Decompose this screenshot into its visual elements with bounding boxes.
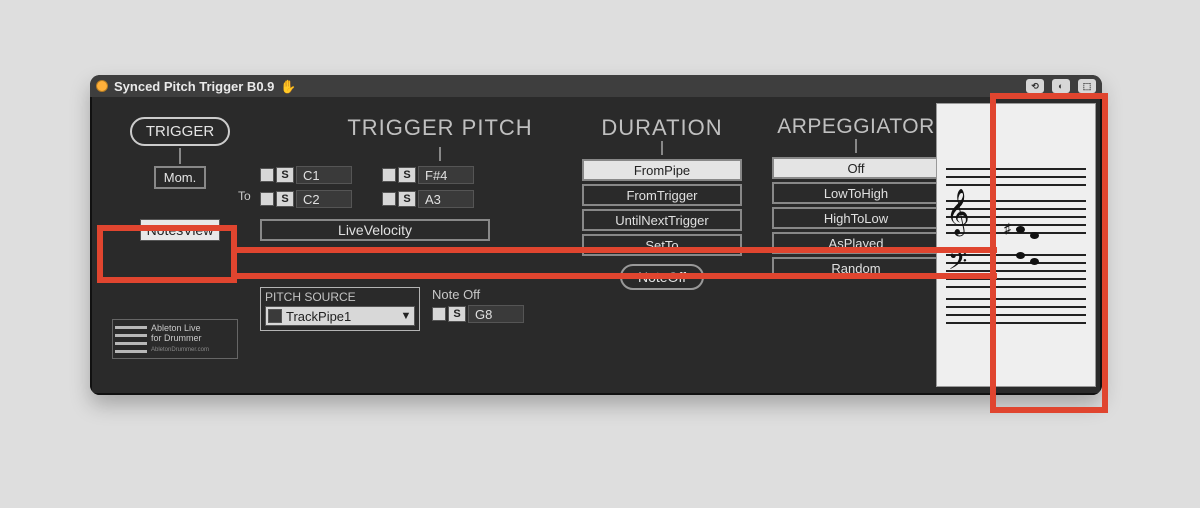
pitch-enable-checkbox[interactable] [382,192,396,206]
duration-option-untilnexttrigger[interactable]: UntilNextTrigger [582,209,742,231]
connector-line [439,147,441,161]
duration-header: DURATION [582,115,742,141]
solo-button[interactable]: S [276,167,294,183]
pitch-note-field[interactable]: C1 [296,166,352,184]
duration-option-fromtrigger[interactable]: FromTrigger [582,184,742,206]
bass-clef-icon: 𝄢 [948,250,967,280]
arp-option-asplayed[interactable]: AsPlayed [772,232,940,254]
extra-staff-lines [946,292,1086,328]
note-icon [1030,258,1039,265]
duration-options: FromPipe FromTrigger UntilNextTrigger Se… [582,159,742,256]
noteoff-section: Note Off S G8 [432,287,524,324]
arp-option-off[interactable]: Off [772,157,940,179]
treble-staff: 𝄞 ♯ [946,200,1086,236]
device-window: Synced Pitch Trigger B0.9 ✋ ⟲ ◐ ⬚ TRIGGE… [90,75,1102,395]
arpeggiator-options: Off LowToHigh HighToLow AsPlayed Random [772,157,940,279]
pitch-enable-checkbox[interactable] [382,168,396,182]
pitch-note-field[interactable]: F#4 [418,166,474,184]
duration-option-setto[interactable]: SetTo [582,234,742,256]
arpeggiator-column: ARPEGGIATOR Off LowToHigh HighToLow AsPl… [772,115,940,279]
notesview-button[interactable]: NotesView [140,219,221,241]
logo-stripes-icon [113,320,149,358]
noteoff-button[interactable]: NoteOff [620,264,704,290]
pitch-note-field[interactable]: A3 [418,190,474,208]
solo-button[interactable]: S [276,191,294,207]
arp-option-random[interactable]: Random [772,257,940,279]
pitch-source-label: PITCH SOURCE [265,290,415,304]
pitch-source-value: TrackPipe1 [282,309,398,324]
pitch-row: S C2 [260,189,352,209]
duration-column: DURATION FromPipe FromTrigger UntilNextT… [582,115,742,290]
trigger-column: TRIGGER Mom. NotesView [120,117,240,241]
device-active-dot[interactable] [96,80,108,92]
note-icon [1016,226,1025,233]
pitch-source-checkbox[interactable] [268,309,282,323]
sharp-icon: ♯ [1004,220,1011,236]
pitch-row: S F#4 [382,165,474,185]
duration-option-frompipe[interactable]: FromPipe [582,159,742,181]
bass-staff: 𝄢 [946,254,1086,290]
trigger-button[interactable]: TRIGGER [130,117,230,146]
treble-clef-icon: 𝄞 [946,194,970,230]
pitch-row: S A3 [382,189,474,209]
titlebar-button-1[interactable]: ⟲ [1026,79,1044,93]
arp-option-lowtohigh[interactable]: LowToHigh [772,182,940,204]
solo-button[interactable]: S [448,306,466,322]
trigger-pitch-header: TRIGGER PITCH [260,115,620,141]
pitch-note-field[interactable]: C2 [296,190,352,208]
connector-line [661,141,663,155]
noteoff-row: S G8 [432,304,524,324]
trigger-pitch-column: TRIGGER PITCH To S C1 S C2 [260,115,620,241]
titlebar-button-3[interactable]: ⬚ [1078,79,1096,93]
pitch-source-section: PITCH SOURCE TrackPipe1 ▼ [260,287,420,331]
pitch-enable-checkbox[interactable] [260,192,274,206]
live-velocity-button[interactable]: LiveVelocity [260,219,490,241]
solo-button[interactable]: S [398,191,416,207]
dropdown-arrow-icon: ▼ [398,310,414,322]
notes-view-panel: 𝄞 ♯ 𝄢 [936,103,1096,387]
arpeggiator-header: ARPEGGIATOR [772,115,940,139]
note-icon [1030,232,1039,239]
logo: Ableton Live for Drummer AbletonDrummer.… [112,319,238,359]
logo-text: Ableton Live for Drummer AbletonDrummer.… [149,320,237,358]
hand-icon[interactable]: ✋ [280,79,294,93]
titlebar-button-2[interactable]: ◐ [1052,79,1070,93]
device-title: Synced Pitch Trigger B0.9 [114,79,274,94]
solo-button[interactable]: S [398,167,416,183]
noteoff-enable-checkbox[interactable] [432,307,446,321]
pitch-row: S C1 [260,165,352,185]
noteoff-label: Note Off [432,287,524,302]
trigger-mode-button[interactable]: Mom. [154,166,207,189]
titlebar: Synced Pitch Trigger B0.9 ✋ ⟲ ◐ ⬚ [90,75,1102,97]
arp-option-hightolow[interactable]: HighToLow [772,207,940,229]
connector-line [179,148,181,164]
note-icon [1016,252,1025,259]
pitch-source-select[interactable]: TrackPipe1 ▼ [265,306,415,326]
pitch-enable-checkbox[interactable] [260,168,274,182]
connector-line [855,139,857,153]
to-label: To [238,189,251,203]
device-body: TRIGGER Mom. NotesView Ableton Live for … [90,97,1102,395]
noteoff-note-field[interactable]: G8 [468,305,524,323]
